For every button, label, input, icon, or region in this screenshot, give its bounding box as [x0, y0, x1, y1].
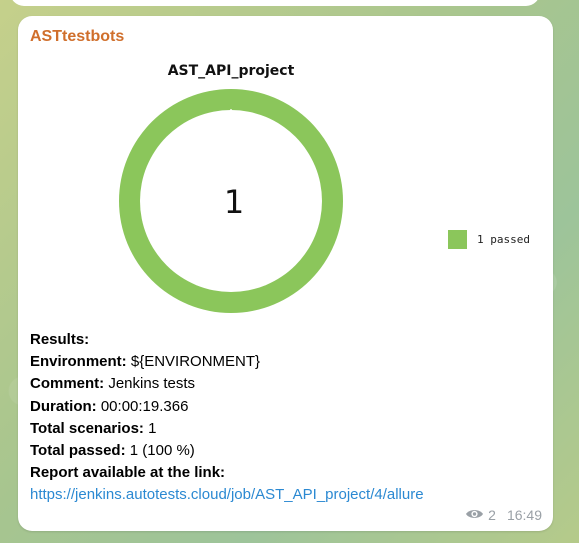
- duration-line: Duration: 00:00:19.366: [30, 396, 550, 418]
- duration-label: Duration:: [30, 397, 97, 415]
- results-line: Results:: [30, 329, 550, 351]
- results-label: Results:: [30, 331, 90, 348]
- legend-swatch: [448, 230, 467, 249]
- duration-value: 00:00:19.366: [100, 397, 189, 415]
- message-meta: 2 16:49: [465, 507, 542, 523]
- comment-value: Jenkins tests: [108, 375, 196, 393]
- eye-icon: [465, 507, 484, 523]
- message-time: 16:49: [506, 507, 542, 523]
- total-scenarios-label: Total scenarios:: [30, 419, 144, 437]
- total-passed-label: Total passed:: [30, 442, 126, 460]
- legend-label: 1 passed: [477, 232, 530, 246]
- chart-legend: 1 passed: [448, 230, 530, 249]
- message-bubble: ASTtestbots AST_API_project 1 1 passed R…: [18, 16, 553, 531]
- chart-image[interactable]: AST_API_project 1 1 passed: [18, 56, 553, 326]
- report-link-line: https://jenkins.autotests.cloud/job/AST_…: [30, 484, 550, 506]
- total-scenarios-value: 1: [148, 419, 157, 437]
- chart-title: AST_API_project: [168, 63, 295, 79]
- environment-line: Environment: ${ENVIRONMENT}: [30, 351, 550, 373]
- comment-label: Comment:: [30, 375, 105, 393]
- message-text: Results: Environment: ${ENVIRONMENT} Com…: [30, 329, 550, 507]
- total-passed-line: Total passed: 1 (100 %): [30, 440, 550, 462]
- sender-name[interactable]: ASTtestbots: [30, 28, 124, 46]
- report-line: Report available at the link:: [30, 462, 550, 484]
- center-label: 1: [224, 183, 244, 221]
- report-link[interactable]: https://jenkins.autotests.cloud/job/AST_…: [30, 486, 424, 503]
- environment-label: Environment:: [30, 353, 127, 371]
- environment-value: ${ENVIRONMENT}: [130, 353, 261, 371]
- report-label: Report available at the link:: [30, 464, 226, 482]
- view-count: 2: [488, 507, 496, 523]
- donut-chart: AST_API_project 1: [119, 63, 343, 313]
- total-passed-value: 1 (100 %): [129, 442, 195, 460]
- total-scenarios-line: Total scenarios: 1: [30, 418, 550, 440]
- previous-message-bubble: [10, 0, 540, 6]
- comment-line: Comment: Jenkins tests: [30, 373, 550, 395]
